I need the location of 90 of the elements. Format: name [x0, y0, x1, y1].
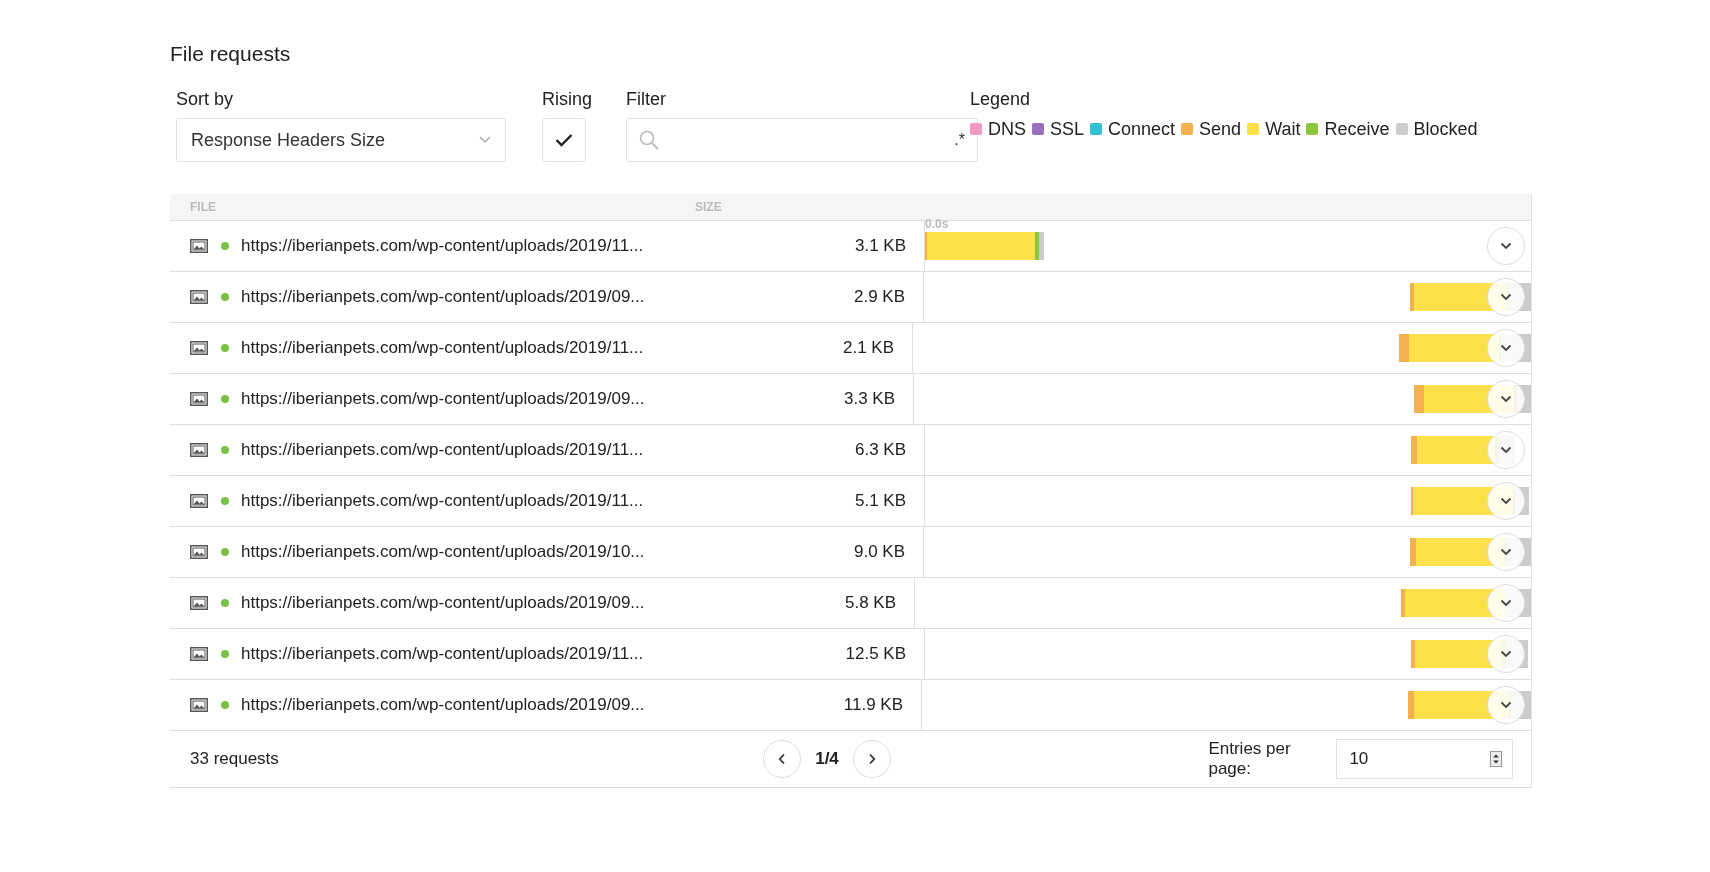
page-indicator: 1/4 [815, 749, 839, 769]
file-url: https://iberianpets.com/wp-content/uploads/2019/11... [241, 491, 644, 511]
spinner-arrows-icon [1490, 751, 1502, 767]
file-url: https://iberianpets.com/wp-content/uploads/2019/11... [241, 338, 644, 358]
file-size: 5.1 KB [853, 491, 907, 511]
rising-checkbox[interactable] [542, 118, 586, 162]
expand-button[interactable] [1487, 584, 1525, 622]
chevron-down-icon [1500, 344, 1512, 352]
status-dot [221, 599, 229, 607]
expand-button[interactable] [1487, 482, 1525, 520]
status-dot [221, 293, 229, 301]
section-title: File requests [170, 42, 292, 66]
file-url: https://iberianpets.com/wp-content/uploads/2019/09... [241, 389, 645, 409]
file-url: https://iberianpets.com/wp-content/uploads/2019/11... [241, 644, 644, 664]
chevron-down-icon [1500, 599, 1512, 607]
legend-item: Send [1199, 118, 1242, 140]
chevron-left-icon [778, 753, 787, 765]
file-size: 11.9 KB [842, 695, 904, 715]
expand-button[interactable] [1487, 533, 1525, 571]
image-icon [190, 443, 208, 457]
file-size: 6.3 KB [853, 440, 907, 460]
image-icon [190, 545, 208, 559]
time-axis-label: 0.0s [925, 217, 949, 231]
legend-item: Connect [1108, 118, 1176, 140]
file-size: 12.5 KB [844, 644, 907, 664]
file-url: https://iberianpets.com/wp-content/uploads/2019/10... [241, 542, 645, 562]
expand-button[interactable] [1487, 329, 1525, 367]
expand-button[interactable] [1487, 635, 1525, 673]
expand-button[interactable] [1487, 380, 1525, 418]
rising-label: Rising [542, 88, 594, 110]
chevron-down-icon [1500, 701, 1512, 709]
chevron-down-icon [1500, 446, 1512, 454]
column-header: SIZE [695, 200, 722, 214]
file-url: https://iberianpets.com/wp-content/uploads/2019/09... [241, 593, 645, 613]
file-size: 2.1 KB [841, 338, 895, 358]
file-size: 3.1 KB [853, 236, 907, 256]
expand-button[interactable] [1487, 227, 1525, 265]
filter-field[interactable]: .* [626, 118, 978, 162]
image-icon [190, 341, 208, 355]
expand-button[interactable] [1487, 686, 1525, 724]
chevron-down-icon [1500, 497, 1512, 505]
file-url: https://iberianpets.com/wp-content/uploads/2019/09... [241, 287, 645, 307]
status-dot [221, 650, 229, 658]
column-header: FILE [189, 200, 217, 214]
expand-button[interactable] [1487, 431, 1525, 469]
image-icon [190, 239, 208, 253]
legend-item: SSL [1050, 118, 1085, 140]
image-icon [190, 698, 208, 712]
chevron-down-icon [479, 136, 491, 144]
file-url: https://iberianpets.com/wp-content/uploads/2019/11... [241, 440, 644, 460]
chevron-down-icon [1500, 293, 1512, 301]
chevron-down-icon [1500, 242, 1512, 250]
status-dot [221, 395, 229, 403]
status-dot [221, 497, 229, 505]
request-count: 33 requests [189, 749, 280, 769]
legend-item: DNS [988, 118, 1026, 140]
file-size: 5.8 KB [843, 593, 897, 613]
filter-label: Filter [626, 88, 667, 110]
chevron-down-icon [1500, 395, 1512, 403]
file-url: https://iberianpets.com/wp-content/uploads/2019/09... [241, 695, 645, 715]
image-icon [190, 596, 208, 610]
status-dot [221, 446, 229, 454]
file-size: 2.9 KB [852, 287, 906, 307]
file-size: 3.3 KB [842, 389, 896, 409]
legend-item: Receive [1324, 118, 1390, 140]
entries-label: Entries per page: [1208, 739, 1292, 779]
search-icon [639, 130, 659, 150]
file-url: https://iberianpets.com/wp-content/uploads/2019/11... [241, 236, 644, 256]
previous-page-button[interactable] [763, 740, 802, 778]
status-dot [221, 242, 229, 250]
image-icon [190, 392, 208, 406]
status-dot [221, 701, 229, 709]
image-icon [190, 290, 208, 304]
checkmark-icon [555, 133, 573, 147]
entries-field[interactable]: 10 [1336, 739, 1513, 779]
expand-button[interactable] [1487, 278, 1525, 316]
file-size: 9.0 KB [852, 542, 906, 562]
status-dot [221, 548, 229, 556]
image-icon [190, 647, 208, 661]
image-icon [190, 494, 208, 508]
chevron-right-icon [867, 753, 876, 765]
chevron-down-icon [1500, 650, 1512, 658]
legend-item: Wait [1265, 118, 1301, 140]
chevron-down-icon [1500, 548, 1512, 556]
sort-label: Sort by [176, 88, 235, 110]
legend-label: Legend [970, 88, 1032, 110]
next-page-button[interactable] [852, 740, 891, 778]
legend-item: Blocked [1413, 118, 1478, 140]
sort-dropdown[interactable]: Response Headers Size [176, 118, 506, 162]
status-dot [221, 344, 229, 352]
